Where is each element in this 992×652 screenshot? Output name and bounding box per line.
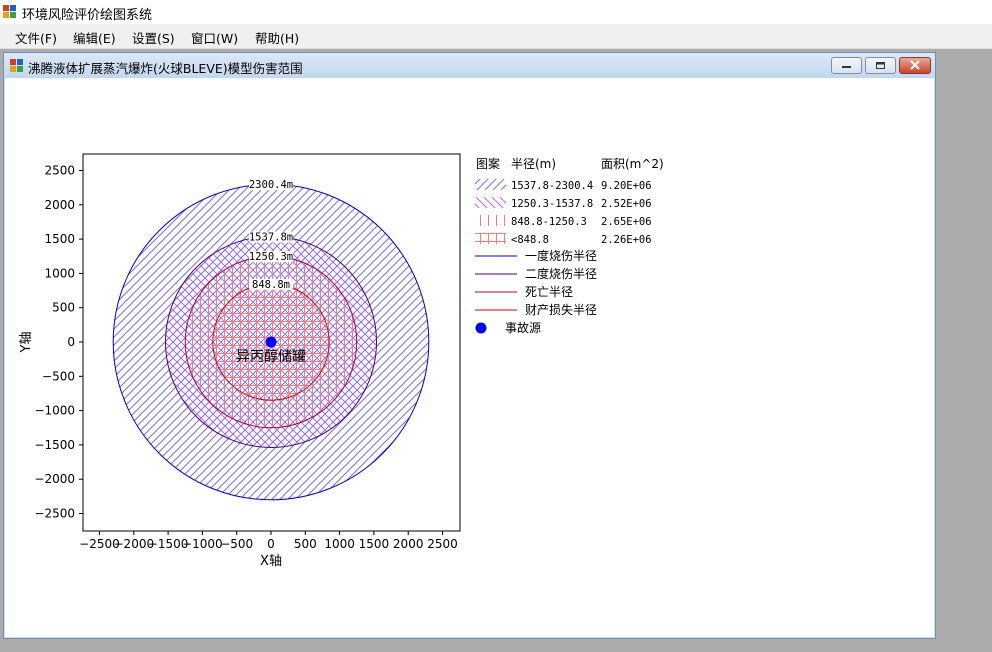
y-tick-label-2: 1500 [44,232,75,246]
legend-range-4: <848.8 [511,234,549,246]
radius-label-3: 1250.3m [249,251,293,263]
y-tick-label-6: −500 [42,369,75,383]
app-title: 环境风险评价绘图系统 [22,8,153,23]
legend-header-area: 面积(m^2) [601,157,664,171]
bleve-chart: 2300.4m 1537.8m 1250.3m 848.8m 异丙醇储罐 −2500 −… [19,153,664,569]
chart-window: 沸腾液体扩展蒸汽爆炸(火球BLEVE)模型伤害范围 2300.4m 1537.8… [3,52,936,639]
x-tick-label-3: −1000 [182,537,223,551]
minimize-button[interactable] [831,57,862,74]
x-tick-label-9: 2000 [393,537,424,551]
legend-swatch-vert [475,215,506,226]
window-icon [10,59,23,72]
legend-source-label: 事故源 [505,320,541,335]
x-tick-label-5: 0 [267,537,275,551]
menubar: 文件(F) 编辑(E) 设置(S) 窗口(W) 帮助(H) [0,24,992,49]
app-icon [3,5,16,18]
menu-window[interactable]: 窗口(W) [188,27,241,48]
legend-area-4: 2.26E+06 [601,234,652,246]
legend: 图案 半径(m) 面积(m^2) 1537.8-2300.4 9.20E+06 … [475,156,664,335]
y-tick-label-10: −2500 [34,507,75,521]
legend-header-pattern: 图案 [476,156,500,171]
close-button[interactable] [899,57,931,74]
legend-range-1: 1537.8-2300.4 [511,180,593,192]
x-tick-label-10: 2500 [427,537,458,551]
menu-edit[interactable]: 编辑(E) [70,27,119,48]
y-tick-label-5: 0 [67,335,75,349]
menu-file[interactable]: 文件(F) [12,27,60,48]
restore-icon [876,62,885,69]
radius-label-2: 1537.8m [249,232,293,244]
x-axis-ticks: −2500−2000−1500−1000−500 0 500 1000 1500 2000… [79,531,458,551]
legend-range-2: 1250.3-1537.8 [511,198,593,210]
y-tick-label-9: −2000 [34,472,75,486]
restore-button[interactable] [865,57,896,74]
chart-window-titlebar[interactable]: 沸腾液体扩展蒸汽爆炸(火球BLEVE)模型伤害范围 [4,53,935,78]
x-tick-label-7: 1000 [324,537,355,551]
y-tick-label-3: 1000 [44,266,75,280]
x-tick-label-8: 1500 [359,537,390,551]
legend-area-3: 2.65E+06 [601,216,652,228]
close-icon [910,60,920,70]
y-tick-label-8: −1500 [34,438,75,452]
legend-swatch-cross [475,233,506,244]
app-titlebar: 环境风险评价绘图系统 [0,0,992,24]
y-axis-ticks: 2500 2000 1500 1000 500 0 −500 −1000 −1500 −2000 −… [34,164,83,521]
x-tick-label-4: −500 [220,537,253,551]
legend-header-radius: 半径(m) [511,157,556,171]
x-axis-label: X轴 [260,554,282,569]
legend-line-label-3: 死亡半径 [525,285,573,299]
legend-swatch-fwd [475,179,506,190]
y-tick-label-4: 500 [52,301,75,315]
menu-settings[interactable]: 设置(S) [129,27,178,48]
legend-range-3: 848.8-1250.3 [511,216,587,228]
chart-window-title: 沸腾液体扩展蒸汽爆炸(火球BLEVE)模型伤害范围 [28,61,303,76]
legend-line-label-2: 二度烧伤半径 [525,266,597,281]
legend-line-label-1: 一度烧伤半径 [525,248,597,263]
legend-line-label-4: 财产损失半径 [525,302,597,317]
legend-swatch-back [475,197,506,208]
source-marker [265,336,277,348]
radius-label-4: 848.8m [252,279,290,291]
y-tick-label-7: −1000 [34,404,75,418]
source-label: 异丙醇储罐 [236,348,306,365]
chart-canvas: 2300.4m 1537.8m 1250.3m 848.8m 异丙醇储罐 −2500 −… [5,78,934,637]
menu-help[interactable]: 帮助(H) [252,27,302,48]
y-tick-label-0: 2500 [44,164,75,178]
legend-source-dot [475,322,487,334]
y-tick-label-1: 2000 [44,198,75,212]
legend-area-1: 9.20E+06 [601,180,652,192]
y-axis-label: Y轴 [19,332,34,354]
legend-area-2: 2.52E+06 [601,198,652,210]
x-tick-label-6: 500 [294,537,317,551]
radius-label-1: 2300.4m [249,179,293,191]
minimize-icon [842,66,851,68]
